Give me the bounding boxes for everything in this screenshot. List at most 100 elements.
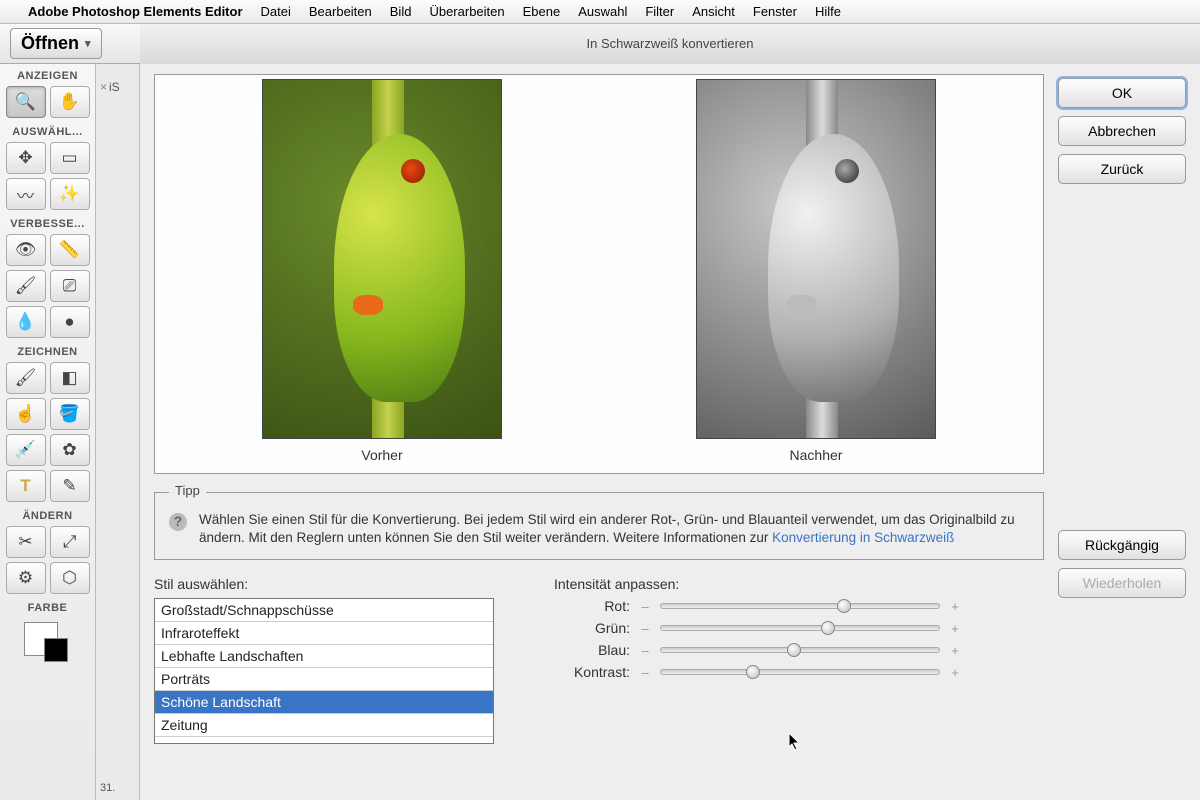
eyedropper-tool[interactable]: 💉: [6, 434, 46, 466]
cancel-button[interactable]: Abbrechen: [1058, 116, 1186, 146]
style-item[interactable]: Schöne Landschaft: [155, 691, 493, 714]
zoom-level: 31.: [100, 782, 115, 794]
minus-icon: –: [640, 599, 650, 614]
color-swatches[interactable]: [20, 620, 76, 666]
slider-row: Rot:– +: [554, 598, 1044, 614]
menu-ueberarbeiten[interactable]: Überarbeiten: [429, 4, 504, 19]
clone-stamp-tool[interactable]: ⎚: [50, 270, 90, 302]
toolbox-section-verbessern: VERBESSE...: [10, 218, 85, 230]
style-item[interactable]: Infraroteffekt: [155, 622, 493, 645]
brush-tool[interactable]: 🖌: [6, 362, 46, 394]
slider-thumb[interactable]: [746, 665, 760, 679]
toolbox-section-auswaehlen: AUSWÄHL...: [12, 126, 82, 138]
toolbox-section-farbe: FARBE: [28, 602, 68, 614]
preview-after-image: [696, 79, 936, 439]
menu-ansicht[interactable]: Ansicht: [692, 4, 735, 19]
toolbox: ANZEIGEN 🔍 ✋ AUSWÄHL... ✥ ▭ 〰 ✨ VERBESSE…: [0, 64, 96, 800]
slider-track[interactable]: [660, 669, 940, 675]
lasso-tool[interactable]: 〰: [6, 178, 46, 210]
intensity-label: Intensität anpassen:: [554, 576, 1044, 592]
slider-label: Grün:: [554, 620, 630, 636]
slider-row: Grün:– +: [554, 620, 1044, 636]
dialog-title: In Schwarzweiß konvertieren: [140, 24, 1200, 64]
background-color-swatch[interactable]: [44, 638, 68, 662]
paint-bucket-tool[interactable]: 🪣: [50, 398, 90, 430]
move-tool[interactable]: ✥: [6, 142, 46, 174]
document-area: ×iS 31.: [96, 64, 140, 800]
plus-icon: +: [950, 599, 960, 614]
close-icon[interactable]: ×: [100, 80, 107, 94]
plus-icon: +: [950, 621, 960, 636]
menu-bearbeiten[interactable]: Bearbeiten: [309, 4, 372, 19]
plus-icon: +: [950, 643, 960, 658]
style-item[interactable]: Lebhafte Landschaften: [155, 645, 493, 668]
slider-label: Rot:: [554, 598, 630, 614]
slider-label: Blau:: [554, 642, 630, 658]
menu-bild[interactable]: Bild: [390, 4, 412, 19]
crop-tool[interactable]: ✂: [6, 526, 46, 558]
menu-hilfe[interactable]: Hilfe: [815, 4, 841, 19]
slider-label: Kontrast:: [554, 664, 630, 680]
slider-thumb[interactable]: [837, 599, 851, 613]
redeye-tool[interactable]: 👁: [6, 234, 46, 266]
open-button[interactable]: Öffnen ▾: [10, 28, 102, 59]
ok-button[interactable]: OK: [1058, 78, 1186, 108]
blur-tool[interactable]: 💧: [6, 306, 46, 338]
tip-text: Wählen Sie einen Stil für die Konvertier…: [199, 511, 1029, 547]
toolbox-section-aendern: ÄNDERN: [22, 510, 72, 522]
open-button-label: Öffnen: [21, 33, 79, 54]
plus-icon: +: [950, 665, 960, 680]
document-tab[interactable]: ×iS: [100, 80, 120, 94]
type-tool[interactable]: T: [6, 470, 46, 502]
slider-thumb[interactable]: [821, 621, 835, 635]
menu-auswahl[interactable]: Auswahl: [578, 4, 627, 19]
style-item[interactable]: Porträts: [155, 668, 493, 691]
menubar: Adobe Photoshop Elements Editor Datei Be…: [0, 0, 1200, 24]
app-name: Adobe Photoshop Elements Editor: [28, 4, 243, 19]
minus-icon: –: [640, 621, 650, 636]
menu-ebene[interactable]: Ebene: [523, 4, 561, 19]
sponge-tool[interactable]: ●: [50, 306, 90, 338]
toolbox-section-anzeigen: ANZEIGEN: [17, 70, 78, 82]
slider-track[interactable]: [660, 647, 940, 653]
shape-tool[interactable]: ✿: [50, 434, 90, 466]
slider-row: Blau:– +: [554, 642, 1044, 658]
menu-filter[interactable]: Filter: [645, 4, 674, 19]
straighten-tool[interactable]: 📏: [50, 234, 90, 266]
slider-row: Kontrast:– +: [554, 664, 1044, 680]
gear-tool[interactable]: ⚙: [6, 562, 46, 594]
minus-icon: –: [640, 665, 650, 680]
options-bar: Öffnen ▾ In Schwarzweiß konvertieren: [0, 24, 1200, 64]
info-icon: ?: [169, 513, 187, 531]
back-button[interactable]: Zurück: [1058, 154, 1186, 184]
tip-legend: Tipp: [169, 483, 206, 498]
chevron-down-icon: ▾: [85, 37, 91, 50]
menu-datei[interactable]: Datei: [261, 4, 291, 19]
cookie-cutter-tool[interactable]: ⬡: [50, 562, 90, 594]
tip-link[interactable]: Konvertierung in Schwarzweiß: [772, 530, 954, 545]
tip-panel: Tipp ? Wählen Sie einen Stil für die Kon…: [154, 492, 1044, 560]
menu-fenster[interactable]: Fenster: [753, 4, 797, 19]
style-item[interactable]: Großstadt/Schnappschüsse: [155, 599, 493, 622]
marquee-tool[interactable]: ▭: [50, 142, 90, 174]
preview-after-label: Nachher: [790, 447, 843, 463]
magic-wand-tool[interactable]: ✨: [50, 178, 90, 210]
style-listbox[interactable]: Großstadt/SchnappschüsseInfraroteffektLe…: [154, 598, 494, 744]
eraser-tool[interactable]: ◧: [50, 362, 90, 394]
minus-icon: –: [640, 643, 650, 658]
zoom-tool[interactable]: 🔍: [6, 86, 46, 118]
spot-heal-tool[interactable]: 🖌: [6, 270, 46, 302]
recompose-tool[interactable]: ⤢: [50, 526, 90, 558]
preview-before-label: Vorher: [361, 447, 402, 463]
smudge-tool[interactable]: ☝: [6, 398, 46, 430]
redo-button[interactable]: Wiederholen: [1058, 568, 1186, 598]
pencil-tool[interactable]: ✎: [50, 470, 90, 502]
undo-button[interactable]: Rückgängig: [1058, 530, 1186, 560]
slider-track[interactable]: [660, 603, 940, 609]
slider-track[interactable]: [660, 625, 940, 631]
slider-thumb[interactable]: [787, 643, 801, 657]
hand-tool[interactable]: ✋: [50, 86, 90, 118]
preview-before-image: [262, 79, 502, 439]
convert-bw-dialog: Vorher Nachher Tipp ? Wähl: [140, 64, 1200, 800]
style-item[interactable]: Zeitung: [155, 714, 493, 737]
